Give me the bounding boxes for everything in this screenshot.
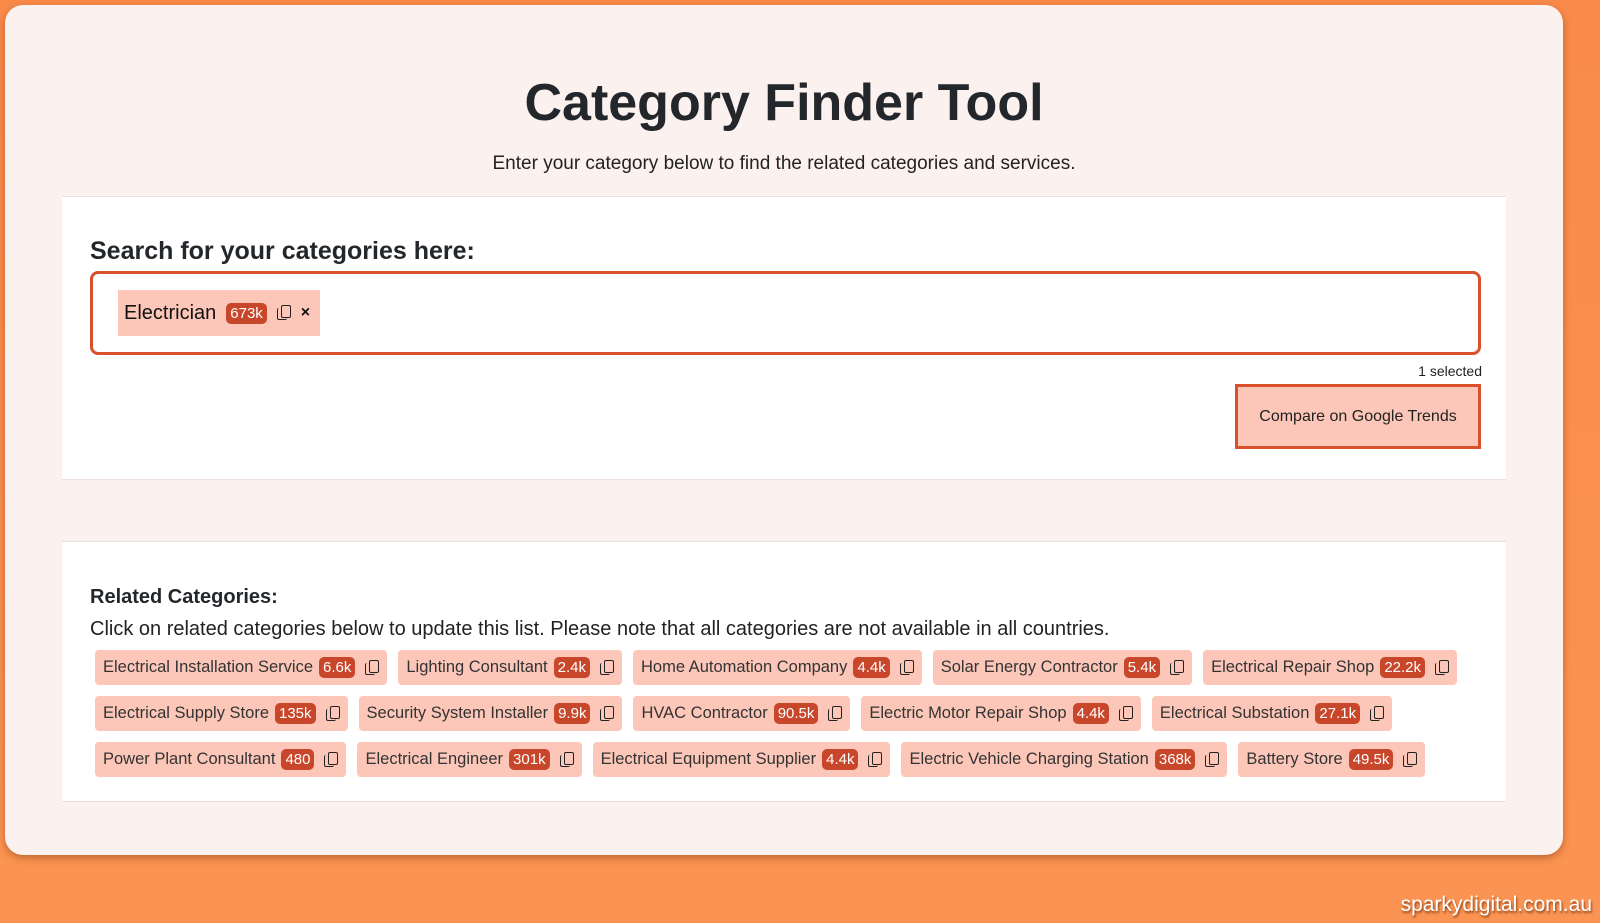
related-category-chip[interactable]: Solar Energy Contractor 5.4k xyxy=(932,650,1193,685)
copy-icon[interactable] xyxy=(276,305,291,321)
related-category-chip[interactable]: Electrical Engineer 301k xyxy=(357,742,582,777)
category-label: Electrical Substation xyxy=(1159,704,1310,722)
search-volume-badge: 4.4k xyxy=(1072,703,1109,724)
related-category-chip[interactable]: Lighting Consultant 2.4k xyxy=(398,650,622,685)
page-title: Category Finder Tool xyxy=(524,74,1044,132)
category-label: Solar Energy Contractor xyxy=(940,658,1118,676)
category-label: Battery Store xyxy=(1246,750,1343,768)
search-volume-badge: 368k xyxy=(1154,749,1196,770)
related-category-chip[interactable]: Electric Vehicle Charging Station 368k xyxy=(901,742,1228,777)
brand-watermark: sparkydigital.com.au xyxy=(1400,893,1592,916)
category-label: Security System Installer xyxy=(366,704,549,722)
selected-category-label: Electrician xyxy=(124,301,217,324)
search-volume-badge: 480 xyxy=(281,749,315,770)
category-label: Electrical Equipment Supplier xyxy=(600,750,817,768)
search-volume-badge: 135k xyxy=(275,703,316,724)
copy-icon[interactable] xyxy=(600,659,614,676)
copy-icon[interactable] xyxy=(325,705,340,722)
compare-google-trends-button[interactable]: Compare on Google Trends xyxy=(1235,384,1481,449)
search-panel: Search for your categories here: Electri… xyxy=(62,196,1506,480)
selected-count: 1 selected xyxy=(1418,363,1482,379)
selected-category-chip[interactable]: Electrician 673k × xyxy=(118,290,321,336)
related-category-chip[interactable]: Electrical Substation 27.1k xyxy=(1151,696,1393,731)
search-volume-badge: 5.4k xyxy=(1123,657,1161,678)
search-volume-badge: 27.1k xyxy=(1315,703,1361,724)
search-volume-badge: 49.5k xyxy=(1348,749,1394,770)
related-category-chip[interactable]: Battery Store 49.5k xyxy=(1238,742,1426,777)
copy-icon[interactable] xyxy=(1403,751,1418,768)
search-volume-badge: 9.9k xyxy=(554,703,591,724)
related-heading: Related Categories: xyxy=(90,586,278,608)
related-category-chip[interactable]: Electric Motor Repair Shop 4.4k xyxy=(861,696,1141,731)
copy-icon[interactable] xyxy=(1435,659,1450,676)
category-label: Electric Vehicle Charging Station xyxy=(909,750,1149,768)
copy-icon[interactable] xyxy=(365,659,380,676)
related-category-chip[interactable]: Electrical Supply Store 135k xyxy=(95,696,348,731)
search-volume-badge: 2.4k xyxy=(553,657,590,678)
search-volume-badge: 301k xyxy=(509,749,550,770)
related-category-chip[interactable]: HVAC Contractor 90.5k xyxy=(633,696,851,731)
copy-icon[interactable] xyxy=(559,751,574,768)
copy-icon[interactable] xyxy=(1370,705,1385,722)
copy-icon[interactable] xyxy=(1170,659,1185,676)
remove-icon[interactable]: × xyxy=(301,304,310,322)
search-volume-badge: 4.4k xyxy=(822,749,859,770)
copy-icon[interactable] xyxy=(868,751,883,768)
related-panel: Related Categories: Click on related cat… xyxy=(62,541,1506,802)
category-label: HVAC Contractor xyxy=(641,704,768,722)
related-category-chip[interactable]: Security System Installer 9.9k xyxy=(358,696,623,731)
search-volume-badge: 4.4k xyxy=(853,657,890,678)
search-volume-badge: 6.6k xyxy=(319,657,356,678)
category-label: Power Plant Consultant xyxy=(103,750,276,768)
copy-icon[interactable] xyxy=(1118,705,1133,722)
page-subtitle: Enter your category below to find the re… xyxy=(492,153,1076,174)
related-category-chip[interactable]: Electrical Installation Service 6.6k xyxy=(95,650,388,685)
related-categories-list: Electrical Installation Service 6.6k Light… xyxy=(95,650,1495,777)
category-label: Home Automation Company xyxy=(641,658,848,676)
related-category-chip[interactable]: Electrical Repair Shop 22.2k xyxy=(1203,650,1458,685)
main-card: Category Finder Tool Enter your category… xyxy=(5,5,1563,855)
search-volume-badge: 673k xyxy=(226,302,267,324)
category-label: Lighting Consultant xyxy=(406,658,548,676)
copy-icon[interactable] xyxy=(1205,751,1220,768)
category-label: Electrical Installation Service xyxy=(103,658,314,676)
related-category-chip[interactable]: Power Plant Consultant 480 xyxy=(95,742,347,777)
search-volume-badge: 90.5k xyxy=(773,703,819,724)
related-description: Click on related categories below to upd… xyxy=(90,618,1110,640)
copy-icon[interactable] xyxy=(600,705,615,722)
related-category-chip[interactable]: Home Automation Company 4.4k xyxy=(633,650,922,685)
category-label: Electrical Supply Store xyxy=(103,704,269,722)
copy-icon[interactable] xyxy=(324,751,339,768)
related-category-chip[interactable]: Electrical Equipment Supplier 4.4k xyxy=(592,742,891,777)
category-label: Electric Motor Repair Shop xyxy=(869,704,1067,722)
category-label: Electrical Repair Shop xyxy=(1211,658,1375,676)
search-volume-badge: 22.2k xyxy=(1380,657,1426,678)
category-label: Electrical Engineer xyxy=(365,750,504,768)
copy-icon[interactable] xyxy=(899,659,914,676)
category-search-input[interactable]: Electrician 673k × xyxy=(90,271,1481,355)
copy-icon[interactable] xyxy=(828,705,843,722)
search-heading: Search for your categories here: xyxy=(90,237,475,265)
